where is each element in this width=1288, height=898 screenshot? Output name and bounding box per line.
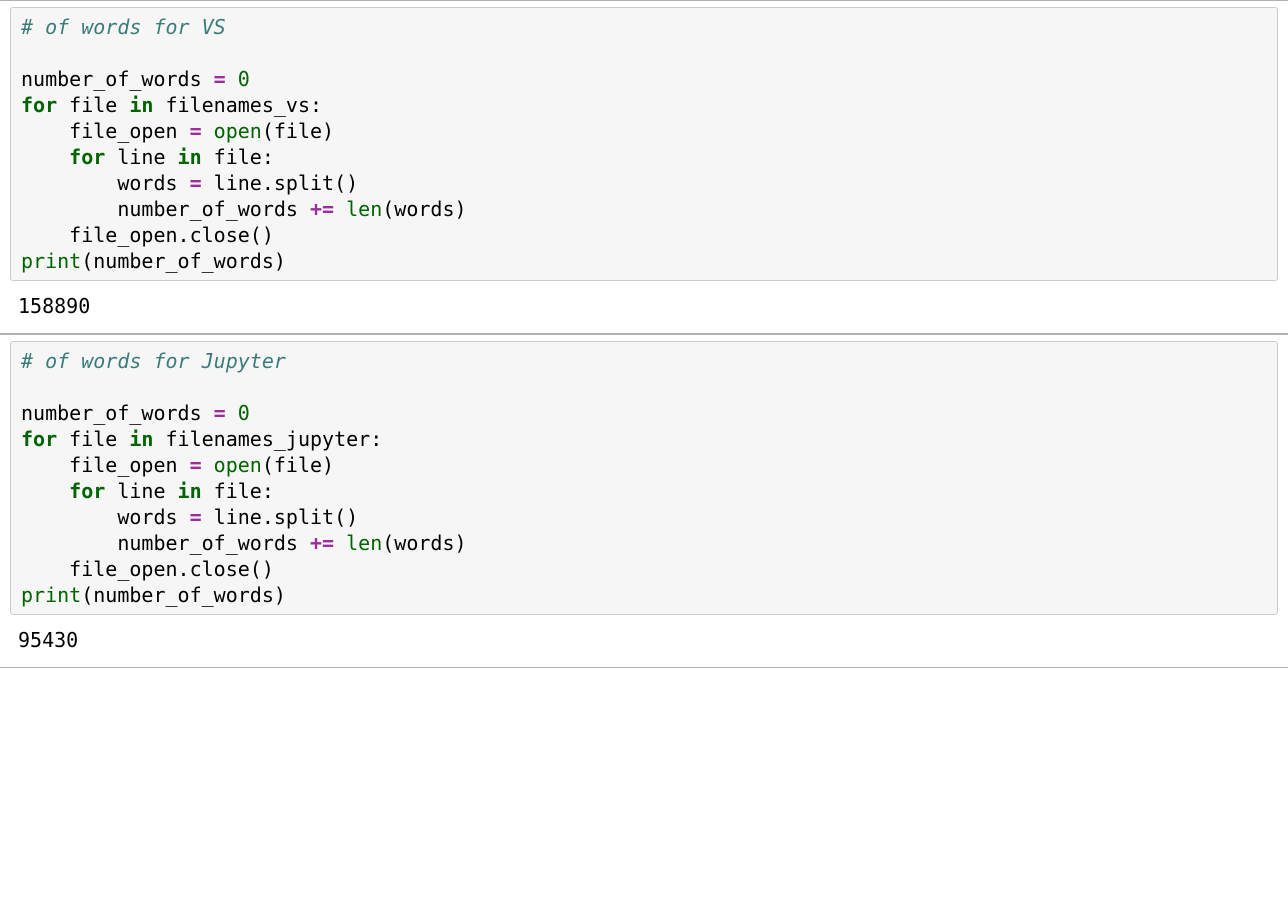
code-token: words <box>21 171 190 195</box>
code-token: line.split() <box>202 171 359 195</box>
keyword-for: for <box>21 93 57 117</box>
assign-op: = <box>190 119 202 143</box>
builtin-open: open <box>214 453 262 477</box>
code-token: number_of_words <box>21 401 214 425</box>
code-token <box>21 145 69 169</box>
code-token <box>202 119 214 143</box>
code-input-2[interactable]: # of words for Jupyter number_of_words =… <box>10 341 1278 615</box>
code-token: (number_of_words) <box>81 249 286 273</box>
keyword-in: in <box>178 145 202 169</box>
keyword-in: in <box>129 93 153 117</box>
augassign-op: += <box>310 197 334 221</box>
augassign-op: += <box>310 531 334 555</box>
code-token: number_of_words <box>21 197 310 221</box>
assign-op: = <box>190 453 202 477</box>
code-cell-2: # of words for Jupyter number_of_words =… <box>0 334 1288 668</box>
code-token: (file) <box>262 453 334 477</box>
code-token <box>334 197 346 221</box>
code-token: line <box>105 145 177 169</box>
assign-op: = <box>214 67 226 91</box>
code-token: filenames_vs: <box>153 93 322 117</box>
code-comment: # of words for VS <box>21 15 226 39</box>
builtin-open: open <box>214 119 262 143</box>
code-cell-1: # of words for VS number_of_words = 0 fo… <box>0 0 1288 334</box>
code-token: file <box>57 427 129 451</box>
code-token: words <box>21 505 190 529</box>
code-output-1: 158890 <box>10 285 1278 327</box>
code-token: file_open <box>21 453 190 477</box>
code-output-2: 95430 <box>10 619 1278 661</box>
assign-op: = <box>190 171 202 195</box>
code-token <box>21 479 69 503</box>
code-token: file_open <box>21 119 190 143</box>
builtin-len: len <box>346 531 382 555</box>
keyword-for: for <box>21 427 57 451</box>
code-token: (number_of_words) <box>81 583 286 607</box>
code-token: filenames_jupyter: <box>153 427 382 451</box>
code-token <box>226 401 238 425</box>
number-literal: 0 <box>238 401 250 425</box>
builtin-print: print <box>21 583 81 607</box>
code-token: (words) <box>382 197 466 221</box>
code-token <box>202 453 214 477</box>
code-token <box>226 67 238 91</box>
builtin-print: print <box>21 249 81 273</box>
code-comment: # of words for Jupyter <box>21 349 286 373</box>
keyword-in: in <box>129 427 153 451</box>
code-token: (words) <box>382 531 466 555</box>
code-token: file_open.close() <box>21 223 274 247</box>
number-literal: 0 <box>238 67 250 91</box>
assign-op: = <box>214 401 226 425</box>
code-token: line <box>105 479 177 503</box>
builtin-len: len <box>346 197 382 221</box>
code-input-1[interactable]: # of words for VS number_of_words = 0 fo… <box>10 7 1278 281</box>
keyword-in: in <box>178 479 202 503</box>
assign-op: = <box>190 505 202 529</box>
code-token: (file) <box>262 119 334 143</box>
keyword-for: for <box>69 479 105 503</box>
code-token: file: <box>202 145 274 169</box>
code-token: file: <box>202 479 274 503</box>
code-token: number_of_words <box>21 531 310 555</box>
code-token: file_open.close() <box>21 557 274 581</box>
code-token: number_of_words <box>21 67 214 91</box>
code-token <box>334 531 346 555</box>
code-token: file <box>57 93 129 117</box>
code-token: line.split() <box>202 505 359 529</box>
keyword-for: for <box>69 145 105 169</box>
